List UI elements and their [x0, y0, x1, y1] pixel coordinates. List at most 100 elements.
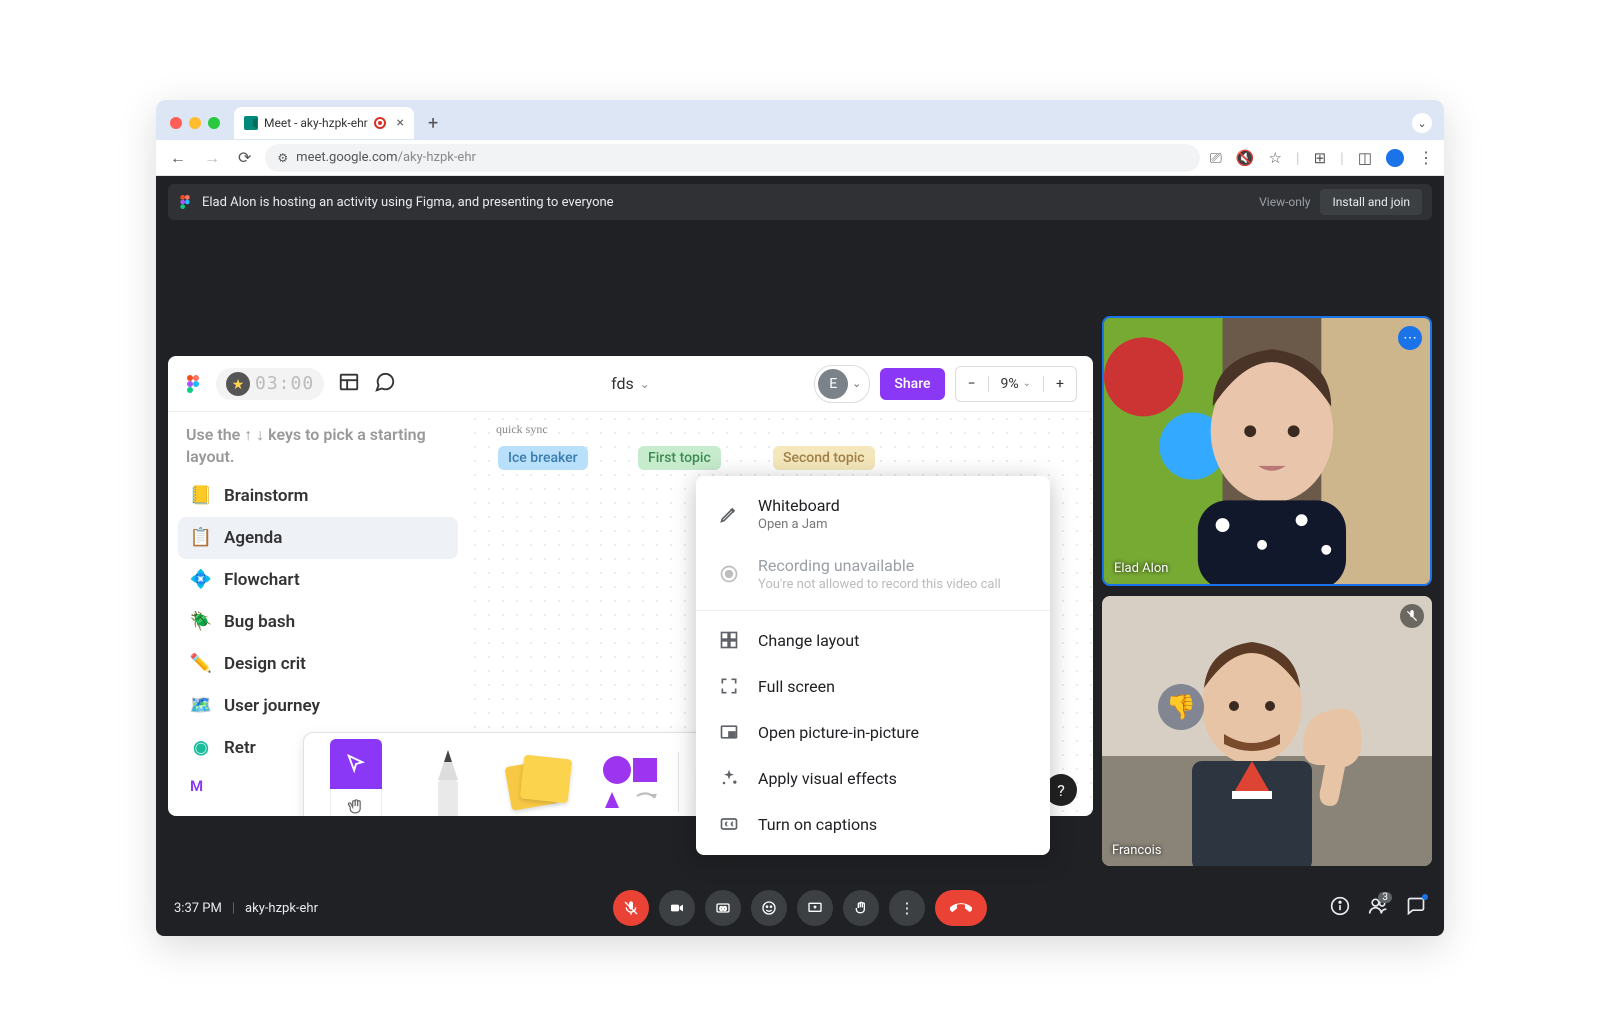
template-icon: 📒 — [190, 485, 212, 507]
menu-item-change-layout[interactable]: Change layout — [696, 617, 1050, 663]
meet-favicon-icon — [244, 116, 258, 130]
menu-item-apply-visual-effects[interactable]: Apply visual effects — [696, 755, 1050, 801]
tab-list-button[interactable]: ⌄ — [1412, 113, 1432, 133]
participant-tile-francois[interactable]: 👎 Francois — [1102, 596, 1432, 866]
banner-text: Elad Alon is hosting an activity using F… — [202, 195, 614, 210]
raise-hand-button[interactable] — [843, 890, 879, 926]
mute-tab-icon[interactable]: 🔇 — [1236, 149, 1255, 167]
zoom-out-button[interactable]: − — [956, 376, 988, 392]
menu-item-recording-unavailable: Recording unavailableYou're not allowed … — [696, 544, 1050, 604]
browser-menu-icon[interactable]: ⋮ — [1418, 148, 1434, 167]
bookmark-icon[interactable]: ☆ — [1268, 149, 1281, 167]
template-label: Design crit — [224, 654, 306, 674]
template-user-journey[interactable]: 🗺️User journey — [178, 685, 458, 727]
timer-avatar-icon: ★ — [226, 372, 250, 396]
meeting-code: aky-hzpk-ehr — [245, 901, 318, 916]
pen-tool[interactable] — [402, 733, 494, 816]
shape-tool[interactable] — [586, 733, 678, 816]
template-label: Agenda — [224, 528, 282, 548]
pen-icon — [426, 746, 470, 816]
people-button[interactable]: 3 — [1368, 896, 1388, 920]
maximize-window-icon[interactable] — [208, 117, 220, 129]
tile-options-icon[interactable]: ⋯ — [1398, 326, 1422, 350]
template-agenda[interactable]: 📋 Agenda — [178, 517, 458, 559]
share-button[interactable]: Share — [880, 368, 944, 400]
menu-item-title: Turn on captions — [758, 815, 877, 834]
site-info-icon[interactable]: ⚙ — [277, 151, 288, 165]
leave-call-button[interactable] — [935, 890, 987, 926]
canvas-pill-ice-breaker[interactable]: Ice breaker — [498, 446, 588, 470]
camera-button[interactable] — [659, 890, 695, 926]
captions-button[interactable]: CC — [705, 890, 741, 926]
menu-item-whiteboard[interactable]: WhiteboardOpen a Jam — [696, 484, 1050, 544]
browser-tab[interactable]: Meet - aky-hzpk-ehr × — [234, 107, 414, 139]
template-design-crit[interactable]: ✏️Design crit — [178, 643, 458, 685]
menu-item-full-screen[interactable]: Full screen — [696, 663, 1050, 709]
mic-button[interactable] — [613, 890, 649, 926]
activity-banner: Elad Alon is hosting an activity using F… — [168, 184, 1432, 220]
layout-hint: Use the ↑ ↓ keys to pick a starting layo… — [178, 424, 458, 475]
forward-button[interactable]: → — [200, 146, 224, 170]
url-field[interactable]: ⚙ meet.google.com/aky-hzpk-ehr — [265, 144, 1199, 172]
menu-item-open-picture-in-picture[interactable]: Open picture-in-picture — [696, 709, 1050, 755]
record-icon — [718, 563, 740, 585]
svg-text:CC: CC — [720, 907, 727, 913]
zoom-controls: − 9%⌄ + — [955, 366, 1077, 402]
browser-window: Meet - aky-hzpk-ehr × + ⌄ ← → ⟳ ⚙ meet.g… — [156, 100, 1444, 936]
menu-item-subtitle: You're not allowed to record this video … — [758, 577, 1001, 592]
comment-icon[interactable] — [374, 371, 396, 397]
address-bar: ← → ⟳ ⚙ meet.google.com/aky-hzpk-ehr ⎚ 🔇… — [156, 140, 1444, 176]
participant-name: Elad Alon — [1114, 561, 1168, 576]
install-join-button[interactable]: Install and join — [1320, 189, 1422, 215]
chevron-down-icon[interactable]: ⌄ — [852, 377, 861, 390]
meet-app: Elad Alon is hosting an activity using F… — [156, 176, 1444, 936]
template-icon: 📋 — [190, 527, 212, 549]
window-controls — [164, 117, 226, 129]
back-button[interactable]: ← — [166, 146, 190, 170]
meeting-info[interactable]: 3:37 PM | aky-hzpk-ehr — [174, 901, 318, 916]
figma-logo-icon[interactable] — [184, 375, 202, 393]
present-button[interactable] — [797, 890, 833, 926]
pencil-icon — [718, 503, 740, 525]
menu-item-turn-on-captions[interactable]: Turn on captions — [696, 801, 1050, 847]
minimize-window-icon[interactable] — [189, 117, 201, 129]
reload-button[interactable]: ⟳ — [234, 146, 255, 169]
zoom-level[interactable]: 9%⌄ — [988, 376, 1044, 392]
timer-value: 03:00 — [255, 373, 314, 394]
video-feed — [1104, 318, 1430, 584]
reactions-button[interactable] — [751, 890, 787, 926]
timer-widget[interactable]: ★ 03:00 — [216, 368, 324, 400]
select-tool[interactable] — [310, 733, 402, 816]
template-brainstorm[interactable]: 📒Brainstorm — [178, 475, 458, 517]
template-flowchart[interactable]: 💠Flowchart — [178, 559, 458, 601]
tab-bar: Meet - aky-hzpk-ehr × + ⌄ — [156, 100, 1444, 140]
zoom-in-button[interactable]: + — [1043, 376, 1076, 392]
user-avatar[interactable]: E — [818, 369, 848, 399]
document-title[interactable]: fds ⌄ — [611, 374, 650, 393]
menu-item-title: Full screen — [758, 677, 835, 696]
canvas-label: quick sync — [496, 422, 548, 437]
view-only-label: View-only — [1259, 195, 1310, 209]
panel-layout-icon[interactable] — [338, 371, 360, 397]
cast-icon[interactable]: ⎚ — [1210, 149, 1222, 167]
sticky-note-tool[interactable] — [494, 733, 586, 816]
canvas-pill-second-topic[interactable]: Second topic — [773, 446, 875, 470]
template-label: User journey — [224, 696, 320, 716]
toolbar-icons: ⎚ 🔇 ☆ | ⊞ | ◫ ⋮ — [1210, 148, 1434, 167]
participant-tile-elad[interactable]: ⋯ Elad Alon — [1102, 316, 1432, 586]
chat-button[interactable] — [1406, 896, 1426, 920]
sidepanel-icon[interactable]: ◫ — [1358, 149, 1372, 167]
menu-item-title: Whiteboard — [758, 496, 840, 515]
cc-icon — [718, 813, 740, 835]
canvas-pill-first-topic[interactable]: First topic — [638, 446, 721, 470]
profile-avatar-icon[interactable] — [1386, 149, 1404, 167]
extensions-icon[interactable]: ⊞ — [1314, 149, 1327, 167]
template-bug-bash[interactable]: 🪲Bug bash — [178, 601, 458, 643]
call-controls: CC ⋮ — [613, 890, 987, 926]
meeting-details-button[interactable] — [1330, 896, 1350, 920]
close-window-icon[interactable] — [170, 117, 182, 129]
close-tab-icon[interactable]: × — [397, 115, 404, 131]
new-tab-button[interactable]: + — [422, 113, 444, 134]
more-options-button[interactable]: ⋮ — [889, 890, 925, 926]
fullscreen-icon — [718, 675, 740, 697]
